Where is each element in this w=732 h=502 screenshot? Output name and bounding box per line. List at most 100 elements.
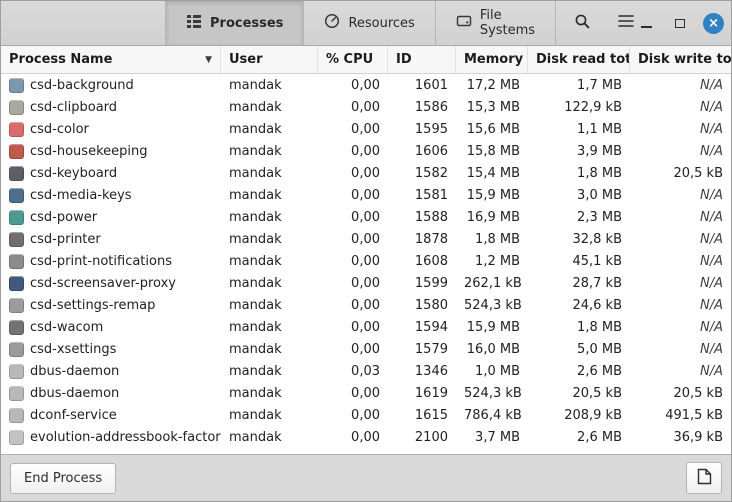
- table-row[interactable]: csd-clipboard mandak 0,00 1586 15,3 MB 1…: [1, 96, 731, 118]
- process-name-cell: csd-housekeeping: [1, 143, 221, 159]
- table-row[interactable]: csd-print-notifications mandak 0,00 1608…: [1, 250, 731, 272]
- tab-processes-label: Processes: [210, 15, 284, 31]
- table-row[interactable]: csd-media-keys mandak 0,00 1581 15,9 MB …: [1, 184, 731, 206]
- process-icon: [9, 99, 24, 115]
- table-row[interactable]: csd-printer mandak 0,00 1878 1,8 MB 32,8…: [1, 228, 731, 250]
- maximize-button[interactable]: [669, 12, 691, 34]
- process-user: mandak: [229, 99, 282, 115]
- table-row[interactable]: csd-wacom mandak 0,00 1594 15,9 MB 1,8 M…: [1, 316, 731, 338]
- process-name: dbus-daemon: [30, 363, 120, 379]
- column-header-memory[interactable]: Memory: [456, 46, 528, 73]
- process-name-cell: csd-wacom: [1, 319, 221, 335]
- process-icon: [9, 121, 24, 137]
- process-disk-write: 36,9 kB: [673, 429, 723, 445]
- column-header-id[interactable]: ID: [388, 46, 456, 73]
- process-id: 1594: [414, 319, 448, 335]
- process-icon: [9, 407, 24, 423]
- process-details-button[interactable]: [686, 462, 722, 494]
- process-cpu: 0,00: [351, 165, 380, 181]
- search-button[interactable]: [574, 6, 591, 40]
- process-name-cell: csd-print-notifications: [1, 253, 221, 269]
- tab-file-systems[interactable]: File Systems: [434, 1, 557, 45]
- table-row[interactable]: csd-settings-remap mandak 0,00 1580 524,…: [1, 294, 731, 316]
- tab-resources[interactable]: Resources: [303, 1, 434, 45]
- process-id: 1601: [414, 77, 448, 93]
- process-icon: [9, 319, 24, 335]
- process-icon: [9, 341, 24, 357]
- process-id: 1586: [414, 99, 448, 115]
- headerbar: Processes Resources File Systems ×: [1, 1, 731, 46]
- process-memory: 1,0 MB: [475, 363, 520, 379]
- process-icon: [9, 429, 24, 445]
- column-header-disk-write[interactable]: Disk write total: [630, 46, 731, 73]
- process-icon: [9, 275, 24, 291]
- process-name-cell: dbus-daemon: [1, 363, 221, 379]
- table-row[interactable]: csd-screensaver-proxy mandak 0,00 1599 2…: [1, 272, 731, 294]
- process-disk-write: N/A: [700, 143, 723, 159]
- process-name-cell: csd-keyboard: [1, 165, 221, 181]
- process-id: 1599: [414, 275, 448, 291]
- column-label-memory: Memory: [464, 52, 524, 67]
- process-disk-write: N/A: [700, 297, 723, 313]
- column-header-user[interactable]: User: [221, 46, 318, 73]
- process-icon: [9, 209, 24, 225]
- end-process-button[interactable]: End Process: [10, 462, 117, 494]
- process-disk-write: N/A: [700, 253, 723, 269]
- tab-processes[interactable]: Processes: [165, 1, 304, 45]
- process-disk-write: N/A: [700, 363, 723, 379]
- table-row[interactable]: csd-power mandak 0,00 1588 16,9 MB 2,3 M…: [1, 206, 731, 228]
- column-header-disk-read[interactable]: Disk read total: [528, 46, 630, 73]
- process-disk-read: 3,9 MB: [577, 143, 622, 159]
- process-memory: 16,0 MB: [466, 341, 520, 357]
- window-controls: ×: [635, 1, 725, 45]
- column-header-cpu[interactable]: % CPU: [318, 46, 388, 73]
- column-header-process-name[interactable]: Process Name ▼: [1, 46, 221, 73]
- table-row[interactable]: csd-xsettings mandak 0,00 1579 16,0 MB 5…: [1, 338, 731, 360]
- menu-button[interactable]: [617, 6, 635, 40]
- table-row[interactable]: dconf-service mandak 0,00 1615 786,4 kB …: [1, 404, 731, 426]
- process-user: mandak: [229, 341, 282, 357]
- process-disk-write: N/A: [700, 99, 723, 115]
- process-memory: 15,4 MB: [466, 165, 520, 181]
- process-cpu: 0,00: [351, 143, 380, 159]
- table-row[interactable]: csd-background mandak 0,00 1601 17,2 MB …: [1, 74, 731, 96]
- process-name: csd-xsettings: [30, 341, 117, 357]
- process-name-cell: csd-printer: [1, 231, 221, 247]
- table-header: Process Name ▼ User % CPU ID Memory Disk…: [1, 46, 731, 74]
- column-label-cpu: % CPU: [326, 52, 374, 67]
- process-name: csd-clipboard: [30, 99, 118, 115]
- process-disk-write: N/A: [700, 231, 723, 247]
- process-id: 1582: [414, 165, 448, 181]
- process-memory: 786,4 kB: [464, 407, 522, 423]
- process-name: csd-color: [30, 121, 89, 137]
- process-disk-write: N/A: [700, 319, 723, 335]
- process-user: mandak: [229, 429, 282, 445]
- system-monitor-window: Processes Resources File Systems × Proce…: [0, 0, 732, 502]
- process-name: dbus-daemon: [30, 385, 120, 401]
- process-table-body: csd-background mandak 0,00 1601 17,2 MB …: [1, 74, 731, 454]
- table-row[interactable]: dbus-daemon mandak 0,03 1346 1,0 MB 2,6 …: [1, 360, 731, 382]
- process-name: csd-power: [30, 209, 98, 225]
- process-user: mandak: [229, 253, 282, 269]
- process-id: 1606: [414, 143, 448, 159]
- footer-bar: End Process: [1, 454, 731, 501]
- table-row[interactable]: csd-housekeeping mandak 0,00 1606 15,8 M…: [1, 140, 731, 162]
- process-name: csd-screensaver-proxy: [30, 275, 176, 291]
- table-row[interactable]: evolution-addressbook-factory mandak 0,0…: [1, 426, 731, 448]
- table-row[interactable]: csd-color mandak 0,00 1595 15,6 MB 1,1 M…: [1, 118, 731, 140]
- process-disk-read: 2,3 MB: [577, 209, 622, 225]
- table-row[interactable]: csd-keyboard mandak 0,00 1582 15,4 MB 1,…: [1, 162, 731, 184]
- process-name: csd-print-notifications: [30, 253, 172, 269]
- process-disk-read: 122,9 kB: [564, 99, 622, 115]
- table-row[interactable]: dbus-daemon mandak 0,00 1619 524,3 kB 20…: [1, 382, 731, 404]
- tab-resources-label: Resources: [348, 15, 415, 31]
- process-user: mandak: [229, 297, 282, 313]
- close-button[interactable]: ×: [703, 12, 725, 34]
- process-id: 1615: [414, 407, 448, 423]
- process-name: csd-printer: [30, 231, 101, 247]
- process-cpu: 0,00: [351, 341, 380, 357]
- process-name: dconf-service: [30, 407, 117, 423]
- process-cpu: 0,03: [351, 363, 380, 379]
- minimize-button[interactable]: [635, 12, 657, 34]
- drive-icon: [456, 13, 472, 33]
